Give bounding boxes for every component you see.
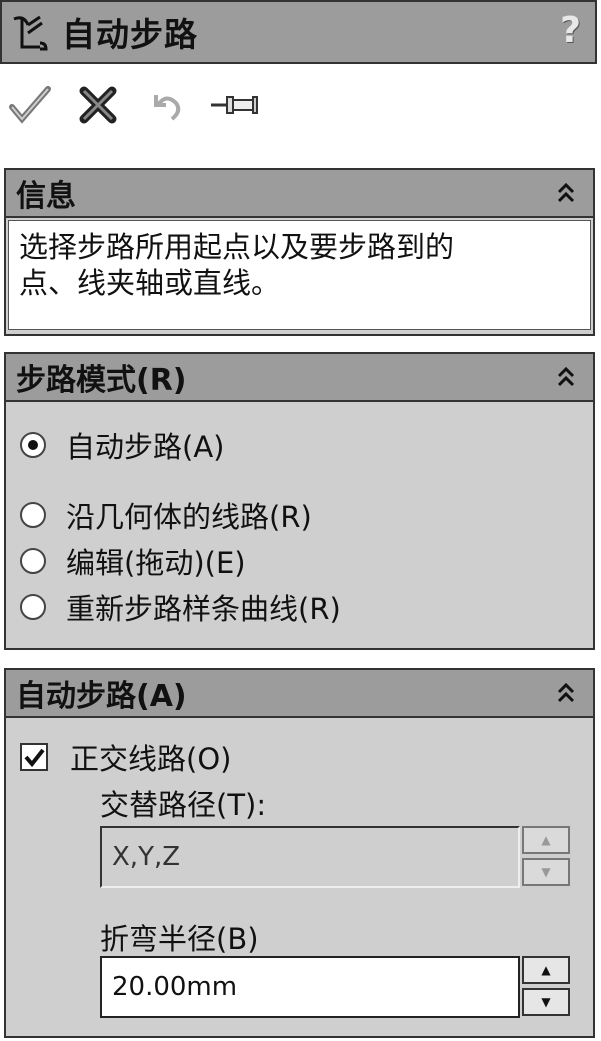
route-tool-icon (13, 15, 48, 51)
info-text: 选择步路所用起点以及要步路到的 点、线夹轴或直线。 (8, 220, 591, 330)
spin-up-button[interactable]: ▲ (522, 826, 570, 854)
orthogonal-route-checkbox[interactable] (20, 743, 48, 771)
auto-route-header[interactable]: 自动步路(A) (6, 670, 593, 718)
radio-auto-route[interactable]: 自动步路(A) (20, 424, 224, 466)
pin-icon (211, 96, 258, 114)
spin-up-button[interactable]: ▲ (522, 956, 570, 984)
info-text-line2: 点、线夹轴或直线。 (19, 266, 281, 300)
auto-route-section: 自动步路(A) 正交线路(O) 交替路径(T): X,Y,Z ▲ ▼ 折弯半径(… (4, 668, 595, 1038)
radio-selected-dot (28, 440, 38, 450)
help-button[interactable]: ? (560, 10, 581, 51)
undo-icon (154, 95, 181, 121)
radio-label: 重新步路样条曲线(R) (66, 592, 341, 626)
bend-radius-label: 折弯半径(B) (100, 922, 259, 956)
radio-button[interactable] (20, 502, 46, 528)
bend-radius-field[interactable]: 20.00mm (100, 956, 520, 1018)
alt-path-label: 交替路径(T): (100, 788, 267, 822)
route-mode-header-label: 步路模式(R) (16, 363, 187, 398)
info-header[interactable]: 信息 (6, 170, 593, 218)
bend-radius-spinner[interactable]: ▲ ▼ (522, 956, 572, 1018)
cancel-button[interactable] (68, 80, 128, 130)
radio-edit-drag[interactable]: 编辑(拖动)(E) (20, 540, 246, 582)
check-icon (9, 86, 51, 124)
radio-label: 自动步路(A) (66, 430, 225, 464)
radio-button[interactable] (20, 548, 46, 574)
radio-along-geometry[interactable]: 沿几何体的线路(R) (20, 494, 312, 536)
route-mode-section: 步路模式(R) 自动步路(A) 沿几何体的线路(R) 编辑(拖动)(E) 重新步… (4, 352, 595, 650)
radio-button[interactable] (20, 432, 46, 458)
ok-button[interactable] (0, 80, 60, 130)
collapse-icon[interactable] (553, 680, 579, 706)
auto-route-header-label: 自动步路(A) (16, 679, 187, 714)
info-text-line1: 选择步路所用起点以及要步路到的 (19, 230, 455, 264)
radio-label: 沿几何体的线路(R) (66, 500, 312, 534)
window-title: 自动步路 (62, 15, 198, 54)
radio-button[interactable] (20, 594, 46, 620)
info-section: 信息 选择步路所用起点以及要步路到的 点、线夹轴或直线。 (4, 168, 595, 336)
alt-path-field[interactable]: X,Y,Z (100, 826, 520, 888)
pin-button[interactable] (204, 80, 264, 130)
x-icon (79, 86, 117, 124)
info-header-label: 信息 (16, 179, 76, 214)
collapse-icon[interactable] (553, 180, 579, 206)
spin-down-button[interactable]: ▼ (522, 988, 570, 1016)
route-mode-header[interactable]: 步路模式(R) (6, 354, 593, 402)
collapse-icon[interactable] (553, 364, 579, 390)
alt-path-spinner[interactable]: ▲ ▼ (522, 826, 572, 888)
action-toolbar (0, 80, 272, 130)
radio-label: 编辑(拖动)(E) (66, 546, 246, 580)
checkmark-icon (24, 748, 45, 768)
orthogonal-route-checkbox-row[interactable]: 正交线路(O) (20, 736, 231, 778)
orthogonal-route-label: 正交线路(O) (70, 742, 232, 776)
undo-button[interactable] (136, 80, 196, 130)
spin-down-button[interactable]: ▼ (522, 858, 570, 886)
title-bar: 自动步路 ? (0, 0, 597, 64)
radio-reroute-spline[interactable]: 重新步路样条曲线(R) (20, 586, 341, 628)
